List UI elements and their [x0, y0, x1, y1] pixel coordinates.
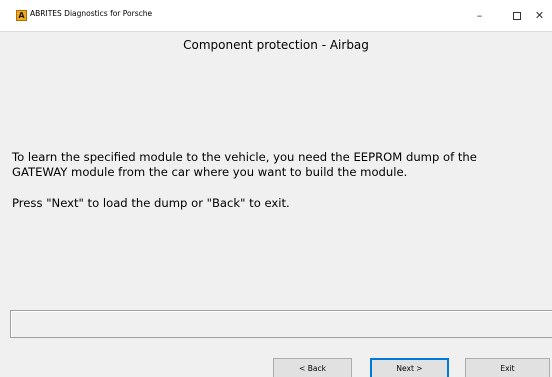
back-button[interactable]: < Back: [273, 358, 352, 377]
dialog-body: Component protection - Airbag To learn t…: [0, 31, 552, 377]
instruction-line-2: GATEWAY module from the car where you wa…: [12, 165, 408, 179]
exit-button[interactable]: Exit: [465, 358, 550, 377]
window-title: ABRITES Diagnostics for Porsche: [30, 9, 153, 18]
next-button[interactable]: Next >: [370, 358, 449, 377]
instruction-line-1: To learn the specified module to the veh…: [12, 150, 477, 164]
instruction-line-3: Press "Next" to load the dump or "Back" …: [12, 196, 290, 210]
close-button[interactable]: ✕: [527, 0, 552, 31]
app-logo-icon: A: [16, 10, 27, 21]
status-field: [10, 310, 552, 338]
page-title: Component protection - Airbag: [183, 38, 369, 52]
title-bar: A ABRITES Diagnostics for Porsche – ✕: [0, 0, 552, 31]
maximize-icon: [512, 11, 521, 20]
minimize-button[interactable]: –: [461, 0, 498, 31]
